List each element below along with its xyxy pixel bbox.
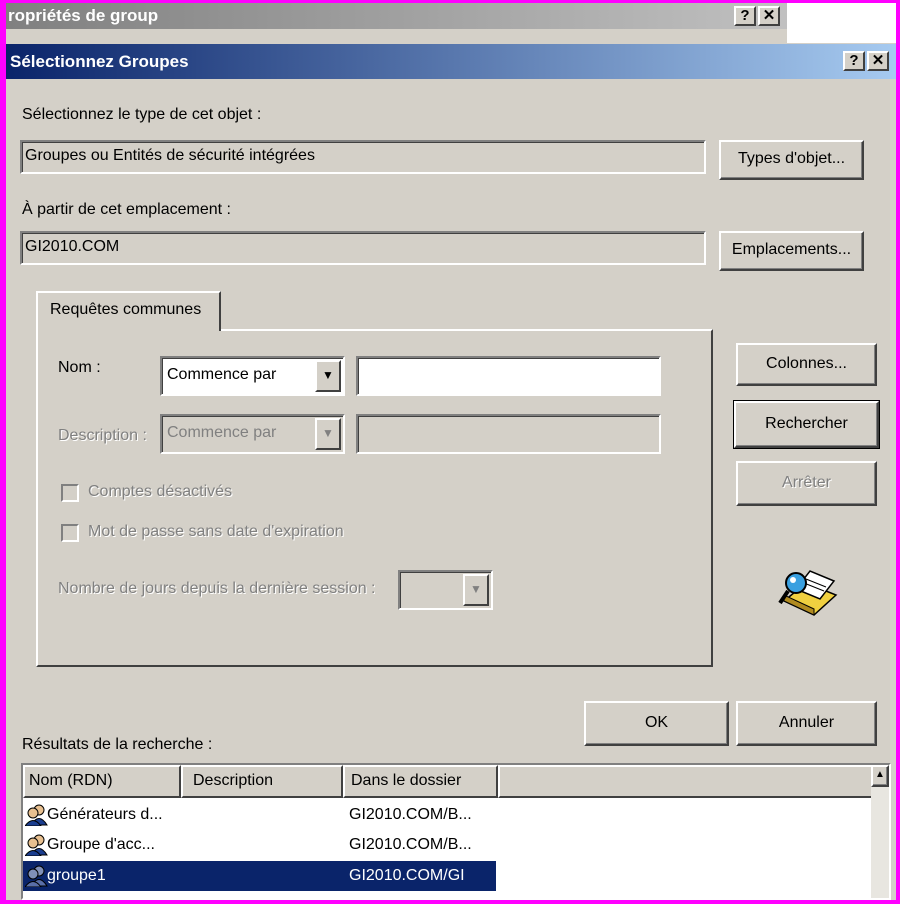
dialog-frame: ropriétés de group ? ✕ Sélectionnez Grou…: [6, 3, 896, 900]
description-input[interactable]: [356, 414, 661, 454]
row-name: Générateurs d...: [47, 806, 163, 823]
results-label: Résultats de la recherche :: [22, 736, 213, 753]
background-area: [787, 3, 896, 43]
table-row[interactable]: Générateurs d... GI2010.COM/B...: [23, 800, 873, 830]
object-type-field: Groupes ou Entités de sécurité intégrées: [20, 140, 706, 174]
column-header-folder[interactable]: Dans le dossier: [343, 765, 498, 798]
scroll-up-icon[interactable]: ▲: [871, 765, 889, 787]
dialog-title-bar[interactable]: Sélectionnez Groupes: [6, 44, 896, 79]
disabled-accounts-label: Comptes désactivés: [88, 483, 233, 500]
table-row[interactable]: groupe1 GI2010.COM/GI: [23, 861, 496, 891]
search-directory-icon: [778, 570, 838, 616]
no-expire-password-label: Mot de passe sans date d'expiration: [88, 523, 344, 540]
tab-common-queries[interactable]: Requêtes communes: [36, 291, 221, 331]
row-folder: GI2010.COM/B...: [349, 836, 472, 853]
column-header-filler: [498, 765, 873, 798]
search-button[interactable]: Rechercher: [733, 400, 880, 449]
days-select[interactable]: ▼: [398, 570, 493, 610]
background-window-title: ropriétés de group: [6, 3, 787, 29]
dropdown-arrow-icon[interactable]: ▼: [315, 360, 341, 392]
location-label: À partir de cet emplacement :: [22, 201, 231, 218]
location-field: GI2010.COM: [20, 231, 706, 265]
object-types-button[interactable]: Types d'objet...: [719, 140, 864, 180]
description-label: Description :: [58, 427, 147, 444]
locations-button[interactable]: Emplacements...: [719, 231, 864, 271]
name-label: Nom :: [58, 359, 101, 376]
results-list[interactable]: Nom (RDN) Description Dans le dossier Gé…: [21, 763, 891, 900]
stop-button[interactable]: Arrêter: [736, 461, 877, 506]
bg-help-icon[interactable]: ?: [734, 6, 756, 26]
name-mode-select[interactable]: Commence par ▼: [160, 356, 345, 396]
row-folder: GI2010.COM/B...: [349, 806, 472, 823]
no-expire-password-checkbox[interactable]: [61, 524, 79, 542]
row-name: groupe1: [47, 867, 106, 884]
description-mode-value: Commence par: [167, 424, 277, 441]
description-mode-select[interactable]: Commence par ▼: [160, 414, 345, 454]
dropdown-arrow-icon[interactable]: ▼: [315, 418, 341, 450]
row-name: Groupe d'acc...: [47, 836, 155, 853]
ok-button[interactable]: OK: [584, 701, 729, 746]
disabled-accounts-checkbox[interactable]: [61, 484, 79, 502]
dialog-title: Sélectionnez Groupes: [10, 52, 189, 71]
cancel-button[interactable]: Annuler: [736, 701, 877, 746]
group-icon: [24, 865, 49, 898]
row-folder: GI2010.COM/GI: [349, 867, 465, 884]
column-header-description[interactable]: Description: [181, 765, 343, 798]
columns-button[interactable]: Colonnes...: [736, 343, 877, 386]
results-scrollbar[interactable]: ▲: [871, 765, 889, 898]
help-icon[interactable]: ?: [843, 51, 865, 71]
name-input[interactable]: [356, 356, 661, 396]
table-row[interactable]: Groupe d'acc... GI2010.COM/B...: [23, 830, 873, 860]
object-type-label: Sélectionnez le type de cet objet :: [22, 106, 262, 123]
bg-close-icon[interactable]: ✕: [758, 6, 780, 26]
days-since-label: Nombre de jours depuis la dernière sessi…: [58, 580, 376, 597]
column-header-name[interactable]: Nom (RDN): [23, 765, 181, 798]
close-icon[interactable]: ✕: [867, 51, 889, 71]
dropdown-arrow-icon[interactable]: ▼: [463, 574, 489, 606]
name-mode-value: Commence par: [167, 366, 277, 383]
